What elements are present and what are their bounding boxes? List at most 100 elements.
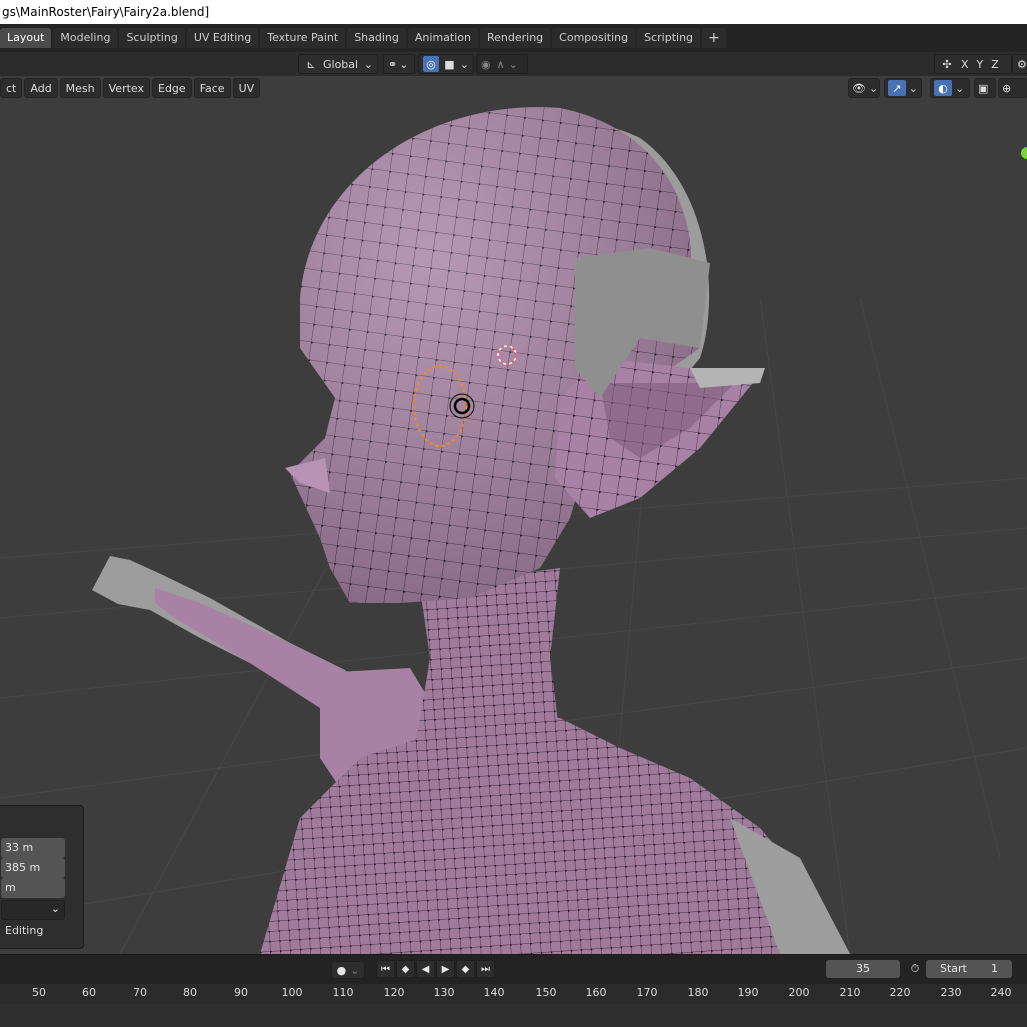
- ruler-tick: 180: [687, 986, 709, 999]
- menu-add[interactable]: Add: [24, 78, 58, 98]
- tab-layout[interactable]: Layout: [0, 28, 52, 48]
- visibility-select[interactable]: 👁 ⌄: [848, 78, 880, 98]
- menu-face[interactable]: Face: [193, 78, 231, 98]
- ruler-tick: 210: [839, 986, 861, 999]
- snap-toggle[interactable]: ◎ ■ ⌄: [418, 54, 474, 74]
- tab-compositing[interactable]: Compositing: [552, 28, 636, 48]
- play-reverse-button[interactable]: ◀: [416, 960, 435, 978]
- ruler-tick: 90: [234, 986, 248, 999]
- shading-mode[interactable]: ⊕: [998, 78, 1027, 98]
- menu-mesh[interactable]: Mesh: [59, 78, 101, 98]
- tab-shading[interactable]: Shading: [347, 28, 406, 48]
- options-button[interactable]: ⚙: [1012, 54, 1027, 74]
- ruler-tick: 160: [585, 986, 607, 999]
- pivot-point-select[interactable]: ⚭ ⌄: [383, 54, 415, 74]
- mirror-icon: ✣: [942, 57, 952, 71]
- chevron-down-icon: ⌄: [908, 81, 918, 95]
- eye-icon: 👁: [852, 81, 866, 95]
- prev-keyframe-button[interactable]: ◆: [396, 960, 415, 978]
- chevron-down-icon: ⌄: [350, 963, 360, 977]
- playback-controls: ⏮ ◆ ◀ ▶ ◆ ⏭: [376, 960, 495, 978]
- stopwatch-icon[interactable]: ⏱: [906, 960, 924, 978]
- pivot-icon: ⚭: [388, 57, 398, 71]
- ruler-tick: 140: [483, 986, 505, 999]
- ruler-tick: 100: [281, 986, 303, 999]
- ruler-tick: 120: [383, 986, 405, 999]
- axis-z-toggle[interactable]: Z: [991, 58, 999, 71]
- ruler-tick: 50: [32, 986, 46, 999]
- value-field-x[interactable]: 33 m: [1, 838, 65, 858]
- mirror-axes: ✣ X Y Z: [934, 54, 1012, 74]
- scene-render: [0, 107, 1027, 954]
- gizmo-y-dot: [1021, 147, 1027, 159]
- tab-scripting[interactable]: Scripting: [637, 28, 701, 48]
- jump-start-button[interactable]: ⏮: [376, 960, 395, 978]
- gizmo-icon: ↗: [888, 80, 906, 96]
- orientation-dropdown[interactable]: ⌄: [1, 900, 65, 920]
- proportional-editing-toggle[interactable]: ◉ ∧ ⌄: [476, 54, 528, 74]
- menu-uv[interactable]: UV: [232, 78, 261, 98]
- gizmo-toggle[interactable]: ↗ ⌄: [884, 78, 922, 98]
- chevron-down-icon: ⌄: [868, 81, 879, 95]
- ruler-tick: 110: [332, 986, 354, 999]
- axis-y-toggle[interactable]: Y: [977, 58, 984, 71]
- jump-end-button[interactable]: ⏭: [476, 960, 495, 978]
- chevron-down-icon: ⌄: [508, 57, 518, 71]
- xray-toggle[interactable]: ▣: [974, 78, 996, 98]
- next-keyframe-button[interactable]: ◆: [456, 960, 475, 978]
- keying-button[interactable]: ● ⌄: [331, 961, 365, 979]
- menu-select[interactable]: ct: [0, 78, 23, 98]
- ruler-tick: 230: [940, 986, 962, 999]
- proportional-icon: ◉: [481, 57, 491, 71]
- neck-mesh: [400, 568, 600, 818]
- axis-x-toggle[interactable]: X: [961, 58, 969, 71]
- tab-rendering[interactable]: Rendering: [479, 28, 551, 48]
- value-field-z[interactable]: m: [1, 878, 65, 898]
- overlay-toggle[interactable]: ◐ ⌄: [930, 78, 970, 98]
- panel-label: Editing: [5, 924, 44, 937]
- start-label: Start: [940, 962, 967, 975]
- play-button[interactable]: ▶: [436, 960, 455, 978]
- ruler-tick: 150: [535, 986, 557, 999]
- chevron-down-icon: ⌄: [459, 57, 469, 71]
- chevron-down-icon: ⌄: [50, 902, 60, 915]
- add-workspace-button[interactable]: +: [702, 28, 726, 48]
- ruler-tick: 200: [788, 986, 810, 999]
- tab-uv-editing[interactable]: UV Editing: [186, 28, 259, 48]
- xray-icon: ▣: [978, 81, 989, 95]
- start-value: 1: [991, 962, 998, 975]
- tab-sculpting[interactable]: Sculpting: [119, 28, 185, 48]
- ruler-tick: 220: [889, 986, 911, 999]
- viewport-header: ⊾ Global ⌄ ⚭ ⌄ ◎ ■ ⌄ ◉ ∧ ⌄ ✣ X Y Z ⚙: [0, 52, 1027, 76]
- workspace-tabs: Layout Modeling Sculpting UV Editing Tex…: [0, 24, 1027, 52]
- chevron-down-icon: ⌄: [399, 57, 409, 71]
- timeline-track-area[interactable]: [0, 1004, 1027, 1027]
- record-icon: ●: [336, 963, 347, 977]
- chevron-down-icon: ⌄: [955, 81, 965, 95]
- menu-edge[interactable]: Edge: [152, 78, 192, 98]
- orientation-label: Global: [323, 57, 359, 71]
- ruler-tick: 130: [433, 986, 455, 999]
- start-frame-field[interactable]: Start 1: [926, 960, 1012, 978]
- current-frame-field[interactable]: 35: [826, 960, 900, 978]
- wrench-icon: ⚙: [1017, 57, 1027, 71]
- menu-vertex[interactable]: Vertex: [102, 78, 150, 98]
- tab-texture-paint[interactable]: Texture Paint: [260, 28, 346, 48]
- tab-modeling[interactable]: Modeling: [53, 28, 118, 48]
- 3d-viewport[interactable]: [0, 98, 1027, 954]
- wireframe-shading-icon: ⊕: [1002, 81, 1012, 95]
- last-operator-panel: 33 m 385 m m ⌄ Editing: [0, 805, 84, 949]
- transform-orientation-select[interactable]: ⊾ Global ⌄: [298, 54, 378, 74]
- snap-target-icon: ■: [444, 57, 455, 71]
- viewport-menus: ct Add Mesh Vertex Edge Face UV: [0, 78, 261, 98]
- value-field-y[interactable]: 385 m: [1, 858, 65, 878]
- ruler-tick: 80: [183, 986, 197, 999]
- overlay-icon: ◐: [934, 80, 952, 96]
- ruler-tick: 240: [990, 986, 1012, 999]
- chevron-down-icon: ⌄: [363, 57, 373, 71]
- tab-animation[interactable]: Animation: [407, 28, 478, 48]
- ruler-tick: 60: [82, 986, 96, 999]
- falloff-icon: ∧: [496, 57, 505, 71]
- timeline-ruler[interactable]: 50 60 70 80 90 100 110 120 130 140 150 1…: [0, 984, 1027, 1004]
- ruler-tick: 70: [133, 986, 147, 999]
